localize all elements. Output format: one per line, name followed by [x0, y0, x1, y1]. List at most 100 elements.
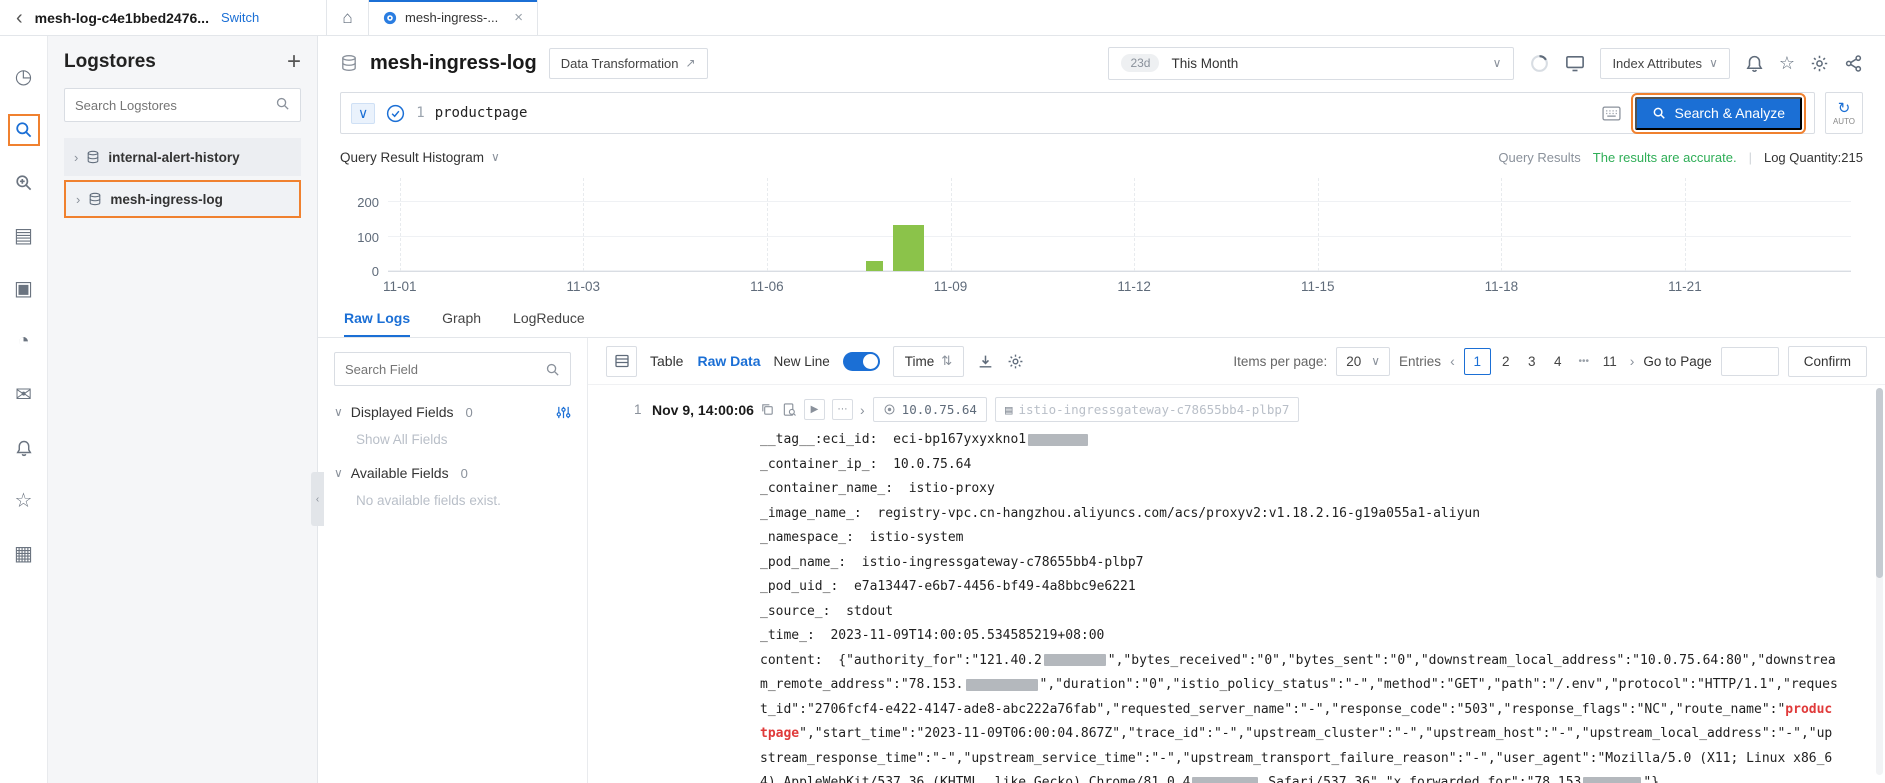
home-tab[interactable]: ⌂	[327, 0, 369, 35]
query-input[interactable]: productpage	[435, 105, 1593, 121]
field-settings-icon[interactable]	[556, 405, 571, 420]
log-field-key[interactable]: __tag__:eci_id:	[760, 432, 877, 447]
new-line-toggle[interactable]	[842, 351, 880, 371]
log-field-value[interactable]: istio-system	[870, 530, 964, 545]
expand-entry-icon[interactable]: ›	[860, 402, 865, 418]
search-analyze-button[interactable]: Search & Analyze	[1631, 92, 1806, 134]
accuracy-status: The results are accurate.	[1592, 149, 1737, 165]
log-field-key[interactable]: _time_:	[760, 628, 815, 643]
rail-item-favorites[interactable]: ☆	[0, 474, 48, 527]
tab-graph[interactable]: Graph	[442, 300, 481, 337]
histogram-bar[interactable]	[892, 224, 924, 271]
displayed-fields-row[interactable]: ∨ Displayed Fields 0	[334, 404, 571, 420]
log-field-key[interactable]: _image_name_:	[760, 506, 862, 521]
confirm-button[interactable]: Confirm	[1787, 345, 1867, 377]
tab-raw-logs[interactable]: Raw Logs	[344, 300, 411, 337]
go-to-page-input[interactable]	[1720, 346, 1779, 376]
rail-item-dashboards[interactable]: ◔	[0, 315, 48, 368]
rail-item-history[interactable]: ◷	[0, 50, 48, 103]
page-button-11[interactable]: 11	[1599, 348, 1621, 375]
gridline-h	[388, 270, 1851, 271]
switch-project-link[interactable]: Switch	[221, 10, 259, 25]
log-field-value[interactable]: e7a13447-e6b7-4456-bf49-4a8bbc9e6221	[854, 579, 1136, 594]
histogram-plot[interactable]: 200 100 0	[357, 178, 1851, 279]
gear-icon[interactable]	[1007, 353, 1024, 370]
rail-item-apps[interactable]: ▦	[0, 527, 48, 580]
page-button-3[interactable]: 3	[1521, 348, 1543, 375]
show-all-fields-link[interactable]: Show All Fields	[356, 432, 571, 447]
log-field-key[interactable]: _pod_uid_:	[760, 579, 838, 594]
add-logstore-button[interactable]: +	[287, 50, 301, 74]
rail-item-saved-search[interactable]	[0, 156, 48, 209]
next-page-icon[interactable]: ›	[1630, 353, 1635, 369]
log-field-key[interactable]: _container_name_:	[760, 481, 893, 496]
pod-name-chip[interactable]: ▤ istio-ingressgateway-c78655bb4-plbp7	[994, 397, 1300, 422]
more-actions-icon[interactable]: ⋯	[832, 399, 853, 420]
copy-icon[interactable]	[760, 402, 775, 417]
logstore-item-mesh-ingress-log[interactable]: › mesh-ingress-log	[64, 180, 301, 218]
no-fields-message: No available fields exist.	[356, 493, 501, 508]
livetail-icon[interactable]: ▶	[804, 399, 825, 420]
star-icon[interactable]: ☆	[1779, 54, 1795, 72]
available-fields-row[interactable]: ∨ Available Fields 0	[334, 465, 571, 481]
rail-item-messages[interactable]: ✉	[0, 368, 48, 421]
usage-progress-icon[interactable]	[1529, 53, 1550, 74]
search-icon[interactable]	[275, 96, 290, 114]
context-view-icon[interactable]	[782, 402, 797, 417]
bell-icon[interactable]	[1745, 54, 1764, 73]
logstore-item-internal-alert-history[interactable]: › internal-alert-history	[64, 138, 301, 176]
divider: |	[1748, 149, 1752, 165]
auto-refresh-button[interactable]: ↻ AUTO	[1825, 92, 1863, 134]
back-icon[interactable]: ‹	[16, 8, 23, 28]
rail-item-resources[interactable]: ▣	[0, 262, 48, 315]
time-range-select[interactable]: 23d This Month ∨	[1108, 46, 1515, 80]
log-field-value[interactable]: eci-bp167yxyxkno1	[893, 432, 1026, 447]
rail-item-search[interactable]	[0, 103, 48, 156]
query-assist-icon[interactable]	[385, 103, 406, 124]
log-field-key[interactable]: _source_:	[760, 604, 830, 619]
share-icon[interactable]	[1844, 54, 1863, 73]
logstore-search-input[interactable]	[75, 97, 275, 113]
rail-item-alerts[interactable]	[0, 421, 48, 474]
compact-view-button[interactable]	[606, 345, 637, 377]
table-view-button[interactable]: Table	[650, 353, 683, 369]
field-search-input[interactable]	[345, 361, 545, 377]
log-field-key[interactable]: _pod_name_:	[760, 555, 846, 570]
page-button-1[interactable]: 1	[1463, 347, 1491, 375]
page-button-4[interactable]: 4	[1547, 348, 1569, 375]
log-field-key[interactable]: _namespace_:	[760, 530, 854, 545]
tab-logreduce[interactable]: LogReduce	[513, 300, 585, 337]
scrollbar-thumb[interactable]	[1876, 388, 1883, 578]
page-button-2[interactable]: 2	[1495, 348, 1517, 375]
keyboard-icon[interactable]	[1602, 106, 1622, 121]
log-field-value[interactable]: 2023-11-09T14:00:05.534585219+08:00	[830, 628, 1104, 643]
sidebar-collapse-handle[interactable]: ‹	[311, 472, 324, 526]
log-field-value[interactable]: 10.0.75.64	[893, 457, 971, 472]
scrollbar[interactable]	[1876, 388, 1883, 775]
search-icon[interactable]	[545, 362, 560, 377]
raw-data-view-button[interactable]: Raw Data	[697, 353, 760, 369]
histogram-bar[interactable]	[866, 261, 884, 271]
prev-page-icon[interactable]: ‹	[1450, 353, 1455, 369]
log-field-value[interactable]: registry-vpc.cn-hangzhou.aliyuncs.com/ac…	[877, 506, 1480, 521]
tab-mesh-ingress-log[interactable]: mesh-ingress-... ×	[369, 0, 538, 35]
close-tab-icon[interactable]: ×	[514, 9, 523, 26]
download-icon[interactable]	[977, 353, 994, 370]
log-field-key[interactable]: _container_ip_:	[760, 457, 877, 472]
data-transformation-button[interactable]: Data Transformation ↗	[548, 47, 708, 79]
log-field-key[interactable]: content:	[760, 653, 823, 668]
rail-item-reports[interactable]: ▤	[0, 209, 48, 262]
container-ip-chip[interactable]: 10.0.75.64	[872, 397, 987, 422]
console-icon[interactable]	[1565, 53, 1585, 73]
expand-icon[interactable]: ›	[74, 150, 78, 165]
gear-icon[interactable]	[1810, 54, 1829, 73]
index-attributes-button[interactable]: Index Attributes ∨	[1600, 47, 1730, 79]
log-field-value[interactable]: stdout	[846, 604, 893, 619]
log-field-value[interactable]: istio-proxy	[909, 481, 995, 496]
expand-icon[interactable]: ›	[76, 192, 80, 207]
query-history-chevron-icon[interactable]: ∨	[351, 102, 376, 124]
items-per-page-select[interactable]: 20 ∨	[1336, 346, 1391, 376]
log-field-value[interactable]: istio-ingressgateway-c78655bb4-plbp7	[862, 555, 1144, 570]
time-sort-button[interactable]: Time ⇅	[892, 345, 965, 377]
histogram-title[interactable]: Query Result Histogram ∨	[340, 150, 500, 165]
